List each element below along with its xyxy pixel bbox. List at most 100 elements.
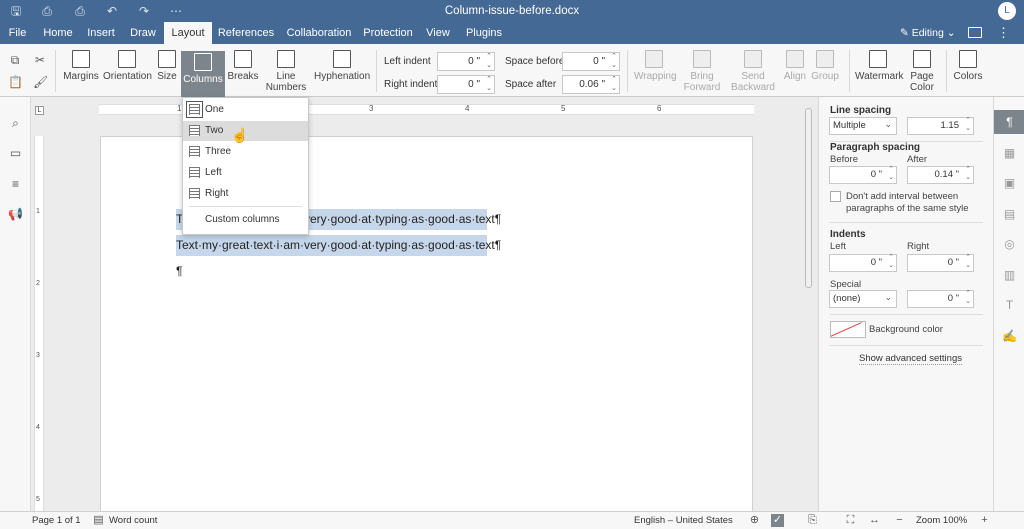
two-columns-icon bbox=[189, 125, 200, 136]
status-bar: Page 1 of 1 ▤ Word count English – Unite… bbox=[0, 511, 1024, 529]
watermark-button[interactable]: Watermark bbox=[855, 48, 904, 94]
align-button[interactable]: Align bbox=[782, 48, 808, 94]
page-indicator[interactable]: Page 1 of 1 bbox=[32, 515, 81, 526]
shape-icon[interactable]: ◎ bbox=[994, 232, 1024, 256]
columns-option-three[interactable]: Three bbox=[183, 142, 308, 162]
hyphenation-button[interactable]: Hyphenation bbox=[314, 48, 370, 94]
ruler-number: 1 bbox=[177, 104, 182, 113]
background-color-label: Background color bbox=[869, 324, 943, 335]
line-numbers-label: Line Numbers bbox=[265, 71, 307, 93]
zoom-out-icon[interactable]: − bbox=[893, 514, 906, 527]
orientation-button[interactable]: Orientation bbox=[103, 48, 152, 94]
navigation-icon[interactable]: ≡ bbox=[8, 177, 23, 192]
tab-insert[interactable]: Insert bbox=[81, 22, 121, 44]
zoom-in-icon[interactable]: + bbox=[978, 514, 991, 527]
paragraph-icon[interactable]: ¶ bbox=[994, 110, 1024, 134]
zoom-level[interactable]: Zoom 100% bbox=[916, 515, 967, 526]
word-count-button[interactable]: Word count bbox=[109, 515, 157, 526]
breaks-button[interactable]: Breaks bbox=[227, 48, 259, 94]
image-icon[interactable]: ▣ bbox=[994, 171, 1024, 195]
open-file-location-icon[interactable] bbox=[968, 27, 982, 38]
table-icon[interactable]: ▦ bbox=[994, 141, 1024, 165]
special-indent-select[interactable]: (none) bbox=[829, 289, 897, 308]
size-button[interactable]: Size bbox=[155, 48, 179, 94]
ruler-number: 3 bbox=[369, 104, 374, 113]
tab-draw[interactable]: Draw bbox=[123, 22, 163, 44]
paragraph-line-2[interactable]: Text·my·great·text·i·am·very·good·at·typ… bbox=[176, 235, 501, 256]
columns-button[interactable]: Columns bbox=[181, 51, 225, 97]
after-label: After bbox=[907, 154, 928, 165]
scrollbar-thumb[interactable] bbox=[805, 108, 812, 288]
ruler-number: 1 bbox=[36, 208, 40, 215]
special-indent-input[interactable]: 0 " bbox=[907, 290, 974, 308]
columns-option-one[interactable]: One bbox=[183, 100, 308, 120]
cut-icon[interactable]: ✂ bbox=[33, 53, 47, 67]
vertical-ruler[interactable]: 1 2 3 4 5 bbox=[34, 136, 44, 511]
vertical-scrollbar[interactable] bbox=[804, 100, 813, 508]
tab-file[interactable]: File bbox=[0, 22, 35, 44]
comments-icon[interactable]: ▭ bbox=[8, 146, 23, 161]
copy-icon[interactable]: ⧉ bbox=[8, 53, 22, 67]
send-backward-button[interactable]: Send Backward bbox=[728, 48, 778, 94]
line-spacing-mode-select[interactable]: Multiple bbox=[829, 116, 897, 135]
indent-right-input[interactable]: 0 " bbox=[907, 254, 974, 272]
chart-icon[interactable]: ▥ bbox=[994, 263, 1024, 287]
space-after-input[interactable]: 0.06 " bbox=[562, 75, 620, 94]
language-selector[interactable]: English – United States bbox=[634, 515, 733, 526]
group-button[interactable]: Group bbox=[811, 48, 839, 94]
text-art-icon[interactable]: T bbox=[994, 293, 1024, 317]
right-column-icon bbox=[189, 188, 200, 199]
tab-plugins[interactable]: Plugins bbox=[460, 22, 508, 44]
option-label: Three bbox=[205, 146, 232, 157]
tab-view[interactable]: View bbox=[420, 22, 456, 44]
columns-option-left[interactable]: Left bbox=[183, 163, 308, 183]
globe-icon[interactable]: ⊕ bbox=[748, 514, 761, 527]
dont-add-interval-checkbox[interactable] bbox=[830, 191, 841, 202]
show-advanced-settings-link[interactable]: Show advanced settings bbox=[859, 353, 962, 365]
spacing-after-input[interactable]: 0.14 " bbox=[907, 166, 974, 184]
line-spacing-value-input[interactable]: 1.15 bbox=[907, 117, 974, 135]
fit-page-icon[interactable]: ⛶ bbox=[844, 514, 857, 527]
paste-icon[interactable]: 📋 bbox=[8, 75, 23, 89]
hyphenation-icon bbox=[333, 50, 351, 68]
tab-collaboration[interactable]: Collaboration bbox=[282, 22, 356, 44]
editing-mode-dropdown[interactable]: ✎ Editing ⌄ bbox=[900, 22, 956, 44]
page-color-button[interactable]: Page Color bbox=[905, 48, 939, 94]
fit-width-icon[interactable]: ↔ bbox=[868, 514, 881, 527]
columns-dropdown-menu: One Two Three Left Right Custom columns bbox=[182, 97, 309, 235]
wrapping-button[interactable]: Wrapping bbox=[634, 48, 677, 94]
line-numbers-button[interactable]: Line Numbers bbox=[263, 48, 309, 94]
signature-icon[interactable]: ✍ bbox=[994, 324, 1024, 348]
track-changes-icon[interactable]: ⎘ bbox=[806, 514, 819, 527]
feedback-icon[interactable]: 📢 bbox=[8, 207, 23, 222]
empty-paragraph[interactable]: ¶ bbox=[176, 264, 182, 278]
background-color-picker[interactable] bbox=[830, 321, 866, 338]
tab-layout[interactable]: Layout bbox=[164, 22, 212, 44]
dont-add-interval-label: Don't add interval between paragraphs of… bbox=[846, 191, 969, 214]
menu-divider bbox=[189, 206, 302, 207]
colors-label: Colors bbox=[953, 71, 983, 82]
spacing-before-input[interactable]: 0 " bbox=[829, 166, 897, 184]
left-indent-input[interactable]: 0 " bbox=[437, 52, 495, 71]
tab-protection[interactable]: Protection bbox=[360, 22, 416, 44]
indent-left-label: Left bbox=[830, 241, 846, 252]
option-label: Custom columns bbox=[205, 214, 280, 225]
indent-left-input[interactable]: 0 " bbox=[829, 254, 897, 272]
margins-button[interactable]: Margins bbox=[61, 48, 101, 94]
format-painter-icon[interactable]: 🖌 bbox=[33, 75, 48, 89]
tab-references[interactable]: References bbox=[214, 22, 278, 44]
tab-home[interactable]: Home bbox=[37, 22, 79, 44]
right-indent-input[interactable]: 0 " bbox=[437, 75, 495, 94]
spellcheck-icon[interactable]: ✓ bbox=[771, 514, 784, 527]
bring-forward-button[interactable]: Bring Forward bbox=[680, 48, 724, 94]
avatar[interactable]: L bbox=[998, 2, 1016, 20]
custom-columns-option[interactable]: Custom columns bbox=[183, 210, 308, 230]
tab-stop-selector[interactable]: L bbox=[35, 106, 44, 115]
columns-option-right[interactable]: Right bbox=[183, 184, 308, 204]
more-options-icon[interactable]: ⋮ bbox=[997, 22, 1010, 44]
space-before-input[interactable]: 0 " bbox=[562, 52, 620, 71]
search-icon[interactable]: ⌕ bbox=[8, 116, 23, 131]
header-footer-icon[interactable]: ▤ bbox=[994, 202, 1024, 226]
colors-button[interactable]: Colors bbox=[952, 48, 984, 94]
ruler-number: 4 bbox=[465, 104, 470, 113]
